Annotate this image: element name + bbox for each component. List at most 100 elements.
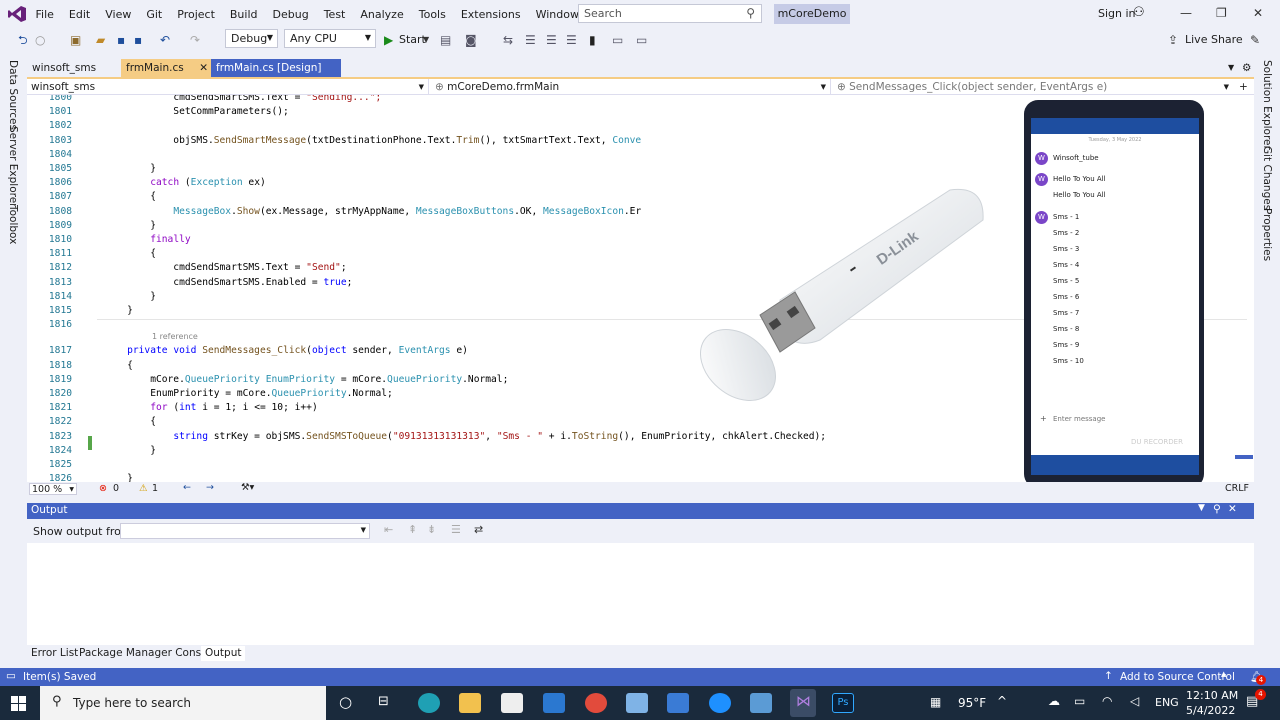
- menu-item-tools[interactable]: Tools: [411, 8, 453, 21]
- comment-icon[interactable]: ▭: [612, 31, 623, 49]
- settings-gear-icon[interactable]: ⚙: [1237, 59, 1251, 77]
- undo-icon[interactable]: ↶: [160, 31, 170, 49]
- tab-frmmain-design[interactable]: frmMain.cs [Design]: [211, 59, 341, 77]
- next-message-icon[interactable]: ⇟: [427, 523, 436, 536]
- edge-browser-icon[interactable]: [418, 693, 440, 713]
- search-box[interactable]: Search ⚲: [578, 4, 762, 23]
- step-icon[interactable]: ⇆: [503, 31, 513, 49]
- nav-forward-icon[interactable]: →: [206, 482, 214, 493]
- menu-item-git[interactable]: Git: [139, 8, 170, 21]
- start-button[interactable]: Start: [399, 31, 426, 49]
- cortana-icon[interactable]: ○: [339, 693, 352, 711]
- windows-start-icon[interactable]: [11, 696, 26, 711]
- configuration-dropdown[interactable]: Debug ▼: [225, 29, 278, 48]
- pin-icon[interactable]: ⚲: [1213, 503, 1221, 515]
- chrome-icon[interactable]: [585, 693, 607, 713]
- notepad-icon[interactable]: [626, 693, 648, 713]
- toolbox-tab[interactable]: Toolbox: [7, 205, 19, 244]
- nav-back-icon[interactable]: ←: [183, 482, 191, 493]
- tab-output[interactable]: Output: [201, 646, 246, 661]
- menu-item-file[interactable]: File: [28, 8, 61, 21]
- clear-all-icon[interactable]: ☰: [451, 523, 461, 536]
- tab-frmmain-cs[interactable]: frmMain.cs ✕: [121, 59, 211, 77]
- close-tab-icon[interactable]: ✕: [199, 59, 208, 77]
- window-app-icon[interactable]: [750, 693, 772, 713]
- menu-item-build[interactable]: Build: [222, 8, 265, 21]
- minimize-icon[interactable]: —: [1180, 6, 1192, 20]
- close-panel-icon[interactable]: ✕: [1228, 503, 1237, 515]
- tab-winsoft-sms[interactable]: winsoft_sms: [27, 59, 121, 77]
- browse-icon[interactable]: ▤: [440, 31, 451, 49]
- file-explorer-icon[interactable]: [459, 693, 481, 713]
- clock-date[interactable]: 5/4/2022: [1186, 704, 1235, 717]
- git-changes-tab[interactable]: Git Changes: [1261, 146, 1273, 210]
- uncomment-icon[interactable]: ▭: [636, 31, 647, 49]
- save-icon[interactable]: ▪: [117, 31, 125, 49]
- taskbar-search-box[interactable]: ⚲ Type here to search: [40, 686, 326, 720]
- redo-icon[interactable]: ↷: [190, 31, 200, 49]
- server-explorer-tab[interactable]: Server Explorer: [7, 126, 19, 208]
- output-source-dropdown[interactable]: ▼: [120, 523, 370, 539]
- clock-time[interactable]: 12:10 AM: [1186, 689, 1238, 702]
- find-message-icon[interactable]: ⇤: [384, 523, 393, 536]
- live-share-button[interactable]: Live Share: [1185, 31, 1243, 49]
- menu-item-analyze[interactable]: Analyze: [353, 8, 411, 21]
- output-text-area[interactable]: [27, 543, 1254, 645]
- chevron-up-icon[interactable]: ▲: [1221, 670, 1226, 678]
- network-icon[interactable]: ▭: [1074, 694, 1085, 708]
- internet-explorer-icon[interactable]: [709, 693, 731, 713]
- close-window-icon[interactable]: ✕: [1253, 6, 1263, 20]
- platform-dropdown[interactable]: Any CPU ▼: [284, 29, 376, 48]
- screenshot-icon[interactable]: ◙: [465, 31, 477, 49]
- maximize-icon[interactable]: ❐: [1216, 6, 1227, 20]
- tab-overflow-icon[interactable]: ▼: [1223, 59, 1237, 77]
- weather-icon[interactable]: ▦: [930, 695, 941, 709]
- photoshop-icon[interactable]: Ps: [832, 693, 854, 713]
- volume-icon[interactable]: ◁: [1130, 694, 1139, 708]
- open-file-icon[interactable]: ▰: [96, 31, 105, 49]
- tab-error-list[interactable]: Error List: [27, 646, 82, 661]
- member-dropdown[interactable]: ⊕ SendMessages_Click(object sender, Even…: [833, 79, 1233, 95]
- prev-message-icon[interactable]: ⇞: [408, 523, 417, 536]
- mail-icon[interactable]: [543, 693, 565, 713]
- store-icon[interactable]: [501, 693, 523, 713]
- code-cleanup-icon[interactable]: ⚒▾: [241, 482, 254, 493]
- project-dropdown[interactable]: winsoft_sms ▼: [27, 79, 429, 95]
- error-icon[interactable]: ⊗: [99, 483, 107, 494]
- wifi-icon[interactable]: ◠: [1102, 694, 1112, 708]
- split-editor-icon[interactable]: +: [1235, 79, 1253, 95]
- account-icon[interactable]: ⚇: [1133, 5, 1145, 20]
- chevron-up-icon[interactable]: ^: [997, 694, 1007, 708]
- zoom-dropdown[interactable]: 100 % ▼: [29, 483, 77, 495]
- panel-menu-icon[interactable]: ▼: [1198, 503, 1205, 513]
- line-ending-indicator[interactable]: CRLF: [1225, 483, 1249, 494]
- menu-item-project[interactable]: Project: [170, 8, 223, 21]
- new-project-icon[interactable]: ▣: [70, 31, 81, 49]
- feedback-icon[interactable]: ✎: [1250, 31, 1260, 49]
- live-share-icon[interactable]: ⇪: [1168, 31, 1178, 49]
- start-icon[interactable]: ▶: [384, 31, 393, 49]
- task-view-icon[interactable]: ⊟: [378, 694, 389, 709]
- format-icon[interactable]: ☰: [525, 31, 536, 49]
- forward-icon[interactable]: ○: [35, 31, 45, 49]
- menu-item-test[interactable]: Test: [316, 8, 353, 21]
- menu-item-debug[interactable]: Debug: [265, 8, 316, 21]
- properties-tab[interactable]: Properties: [1261, 208, 1273, 261]
- menu-item-view[interactable]: View: [98, 8, 139, 21]
- add-to-source-control-button[interactable]: Add to Source Control: [1120, 671, 1235, 683]
- language-indicator[interactable]: ENG: [1155, 696, 1179, 709]
- warning-icon[interactable]: ⚠: [139, 483, 148, 494]
- bookmark-icon[interactable]: ▮: [589, 31, 596, 49]
- sign-in-link[interactable]: Sign in: [1098, 7, 1136, 20]
- menu-item-edit[interactable]: Edit: [61, 8, 97, 21]
- save-all-icon[interactable]: ▪: [134, 31, 142, 49]
- visual-studio-taskbar-icon[interactable]: ⋈: [790, 689, 816, 717]
- chevron-down-icon[interactable]: ▼: [423, 31, 429, 49]
- indent-icon[interactable]: ☰: [546, 31, 557, 49]
- app-icon[interactable]: [667, 693, 689, 713]
- reference-codelens[interactable]: 1 reference: [152, 332, 198, 341]
- outdent-icon[interactable]: ☰: [566, 31, 577, 49]
- word-wrap-icon[interactable]: ⇄: [474, 523, 483, 536]
- data-sources-tab[interactable]: Data Sources: [7, 60, 19, 130]
- menu-item-extensions[interactable]: Extensions: [453, 8, 528, 21]
